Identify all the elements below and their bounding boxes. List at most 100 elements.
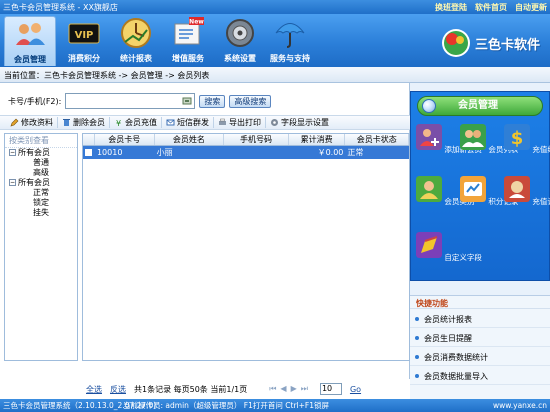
- export-print-button[interactable]: 导出打印: [214, 117, 266, 128]
- cell-total-spending: ￥0.00: [317, 148, 344, 157]
- custom-field-tile[interactable]: 自定义字段: [416, 232, 482, 263]
- recharge-record-tile[interactable]: 充值记录: [504, 176, 550, 207]
- table-header: 会员卡号 会员姓名 手机号码 累计消费 会员卡状态: [83, 134, 409, 146]
- pager-nav-icons[interactable]: ⏮◀▶⏭: [269, 384, 312, 394]
- column-header[interactable]: 手机号码: [224, 134, 289, 145]
- toolbar-service-support[interactable]: 服务与支持: [264, 16, 316, 66]
- members-icon: [16, 23, 45, 45]
- new-service-icon: New: [174, 17, 204, 45]
- tree-node-advanced[interactable]: 高级: [5, 168, 77, 178]
- svg-text:¥: ¥: [116, 119, 121, 127]
- quick-batch-import[interactable]: 会员数据批量导入: [410, 366, 550, 385]
- brand-logo-icon: [441, 29, 470, 57]
- cell-card-number: 10010: [96, 148, 123, 157]
- go-button[interactable]: Go: [350, 385, 361, 394]
- column-header[interactable]: 累计消费: [289, 134, 346, 145]
- points-record-tile[interactable]: 积分记录: [460, 176, 518, 207]
- page-input[interactable]: 10: [319, 383, 342, 395]
- toolbar-statistics-report[interactable]: 统计报表: [110, 16, 162, 66]
- member-list-tile[interactable]: 会员列表: [460, 124, 518, 155]
- column-header[interactable]: 会员卡状态: [345, 134, 409, 145]
- status-bar: 三色卡会员管理系统（2.10.13.0_2.07.27.0） 当前操作员: ad…: [0, 399, 550, 412]
- recharge-record-icon: [504, 176, 530, 202]
- recharge-renew-tile[interactable]: $ 充值续次: [504, 124, 550, 155]
- quick-member-report[interactable]: 会员统计报表: [410, 309, 550, 328]
- tree-node-locked[interactable]: 锁定: [5, 198, 77, 208]
- member-management-panel: 会员管理 添加新会员 会员列表 $ 充值续次 会员类别 积分记录 充值记录: [410, 91, 550, 281]
- member-list-icon: [460, 124, 486, 150]
- pager: 全选 反选 共1条记录 每页50条 当前1/1页 ⏮◀▶⏭ 10 Go: [0, 379, 410, 399]
- pager-summary: 共1条记录 每页50条 当前1/1页: [134, 384, 248, 394]
- member-category-icon: [416, 176, 442, 202]
- collapse-icon[interactable]: −: [9, 179, 16, 186]
- status-operator: 当前操作员: admin（超级管理员） F1打开首问 Ctrl+F1锁屏: [123, 401, 329, 410]
- select-all-link[interactable]: 全选: [86, 384, 102, 395]
- svg-text:New: New: [189, 19, 204, 26]
- search-label: 卡号/手机(F2):: [8, 96, 62, 106]
- toolbar-member-management[interactable]: 会员管理: [4, 16, 56, 66]
- edit-profile-button[interactable]: 修改资料: [6, 117, 58, 128]
- vip-card-icon: VIP: [68, 23, 100, 44]
- tree-node-all-members-type[interactable]: − 所有会员: [5, 148, 77, 158]
- status-site: www.yanxe.cn: [493, 401, 547, 410]
- report-clock-icon: [121, 18, 151, 48]
- invert-selection-link[interactable]: 反选: [110, 384, 126, 395]
- toolbar-consume-points[interactable]: VIP 消费积分: [58, 16, 110, 66]
- toolbar-value-added[interactable]: New 增值服务: [162, 16, 214, 66]
- cell-card-status: 正常: [347, 148, 364, 157]
- software-home-link[interactable]: 软件首页: [475, 2, 507, 13]
- column-header[interactable]: 会员卡号: [95, 134, 155, 145]
- add-member-icon: [416, 124, 442, 150]
- printer-icon: [219, 118, 226, 125]
- tree-node-all-members-status[interactable]: − 所有会员: [5, 178, 77, 188]
- tree-header: 按类别查看: [5, 134, 77, 148]
- title-links: 换班登陆 软件首页 自动更新: [435, 2, 547, 13]
- advanced-search-button[interactable]: 高级搜索: [229, 94, 272, 108]
- brand: 三色卡软件: [441, 28, 540, 58]
- member-table: 会员卡号 会员姓名 手机号码 累计消费 会员卡状态 10010 小丽 ￥0.00…: [82, 133, 410, 361]
- custom-field-icon: [416, 232, 442, 258]
- cell-phone: [224, 146, 289, 159]
- toolbar-system-settings[interactable]: 系统设置: [214, 16, 266, 66]
- quick-birthday-reminder[interactable]: 会员生日提醒: [410, 328, 550, 347]
- quick-functions-title: 快捷功能: [410, 296, 550, 309]
- tree-node-lost[interactable]: 挂失: [5, 208, 77, 218]
- trash-icon: [63, 119, 70, 126]
- cell-member-name: 小丽: [156, 148, 173, 157]
- field-display-settings-button[interactable]: 字段显示设置: [266, 117, 333, 128]
- member-category-tile[interactable]: 会员类别: [416, 176, 474, 207]
- sms-icon: [166, 119, 175, 126]
- column-header[interactable]: 会员姓名: [155, 134, 225, 145]
- delete-member-button[interactable]: 删除会员: [58, 117, 110, 128]
- switch-shift-link[interactable]: 换班登陆: [435, 2, 467, 13]
- quick-functions: 快捷功能 会员统计报表 会员生日提醒 会员消费数据统计 会员数据批量导入: [410, 295, 550, 399]
- tree-node-active[interactable]: 正常: [5, 188, 77, 198]
- svg-text:$: $: [511, 128, 524, 149]
- brand-name: 三色卡软件: [474, 37, 540, 53]
- orb-icon: [422, 99, 436, 113]
- svg-text:VIP: VIP: [75, 30, 94, 41]
- category-tree: 按类别查看 − 所有会员 普通 高级 − 所有会员 正常 锁定 挂失: [4, 133, 78, 361]
- search-button[interactable]: 搜索: [199, 94, 226, 108]
- search-input[interactable]: [65, 93, 196, 109]
- window-title: 三色卡会员管理系统 - XX旗舰店: [3, 2, 118, 12]
- points-record-icon: [460, 176, 486, 202]
- tree-node-normal[interactable]: 普通: [5, 158, 77, 168]
- card-reader-icon[interactable]: [182, 96, 192, 106]
- sms-broadcast-button[interactable]: 短信群发: [162, 117, 214, 128]
- side-panel: 会员管理 添加新会员 会员列表 $ 充值续次 会员类别 积分记录 充值记录: [410, 83, 550, 399]
- side-panel-title: 会员管理: [417, 96, 543, 116]
- gear-icon: [271, 119, 278, 126]
- table-row[interactable]: 10010 小丽 ￥0.00 正常: [83, 146, 409, 159]
- status-version: 三色卡会员管理系统（2.10.13.0_2.07.27.0）: [3, 401, 161, 410]
- auto-update-link[interactable]: 自动更新: [515, 2, 547, 13]
- add-member-tile[interactable]: 添加新会员: [416, 124, 482, 155]
- member-recharge-button[interactable]: ¥ 会员充值: [110, 117, 162, 128]
- action-bar: 修改资料 删除会员 ¥ 会员充值 短信群发 导出打印 字段显示设置: [0, 115, 410, 130]
- row-checkbox[interactable]: [83, 146, 95, 159]
- quick-consumption-stats[interactable]: 会员消费数据统计: [410, 347, 550, 366]
- header-checkbox-col: [83, 134, 95, 145]
- dollar-icon: $: [504, 124, 530, 150]
- collapse-icon[interactable]: −: [9, 149, 16, 156]
- pencil-icon: [10, 118, 19, 127]
